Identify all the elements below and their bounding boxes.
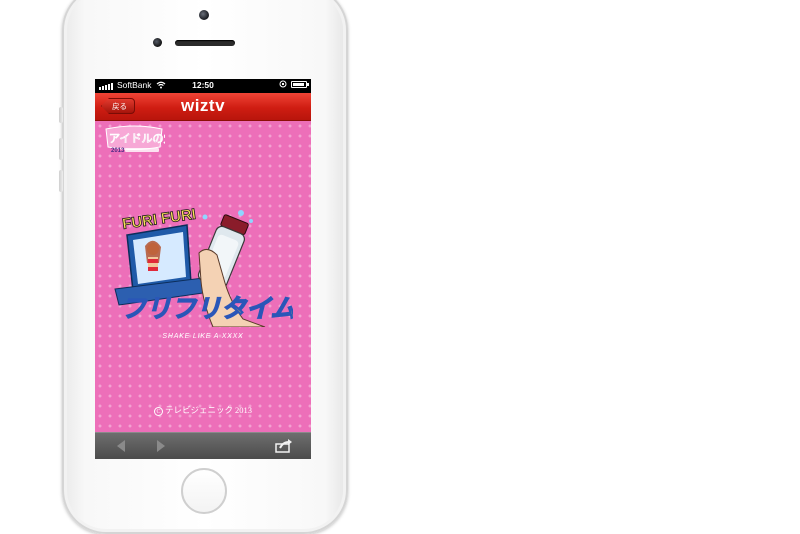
copyright-brand: テレビジェニック bbox=[164, 405, 233, 415]
status-bar: SoftBank 12:50 bbox=[95, 79, 311, 93]
idol-logo[interactable]: アイドルの穴 2013 bbox=[103, 125, 175, 162]
svg-text:フリフリタイム!: フリフリタイム! bbox=[121, 295, 293, 323]
arrow-right-icon[interactable] bbox=[155, 439, 167, 453]
browser-toolbar bbox=[95, 432, 311, 459]
volume-down-button bbox=[59, 170, 63, 192]
navigation-bar: 戻る wiztv bbox=[95, 93, 311, 121]
home-button[interactable] bbox=[181, 468, 227, 514]
arrow-left-icon[interactable] bbox=[115, 439, 127, 453]
svg-text:アイドルの穴: アイドルの穴 bbox=[109, 131, 165, 145]
battery-icon bbox=[291, 80, 309, 88]
share-icon[interactable] bbox=[275, 439, 293, 453]
phone-screen: SoftBank 12:50 戻る wiztv アイドルの穴 2013 bbox=[95, 79, 311, 459]
copyright-mark: C bbox=[153, 407, 163, 416]
tagline: SHAKE LIKE A XXXX bbox=[162, 333, 244, 340]
app-title: wiztv bbox=[180, 96, 226, 115]
copyright: C テレビジェニック 2013 bbox=[95, 404, 311, 416]
copyright-year: 2013 bbox=[235, 405, 252, 415]
furifuri-artwork[interactable]: FURI FURI フリフリタイム! bbox=[113, 205, 304, 332]
content-area: アイドルの穴 2013 FURI FURI bbox=[95, 121, 311, 432]
front-camera bbox=[199, 10, 209, 20]
proximity-sensor bbox=[153, 38, 162, 47]
volume-up-button bbox=[59, 138, 63, 160]
svg-text:2013: 2013 bbox=[111, 148, 125, 154]
earpiece-speaker bbox=[175, 40, 235, 46]
mute-switch bbox=[59, 107, 63, 123]
rotation-lock-icon bbox=[279, 80, 287, 88]
